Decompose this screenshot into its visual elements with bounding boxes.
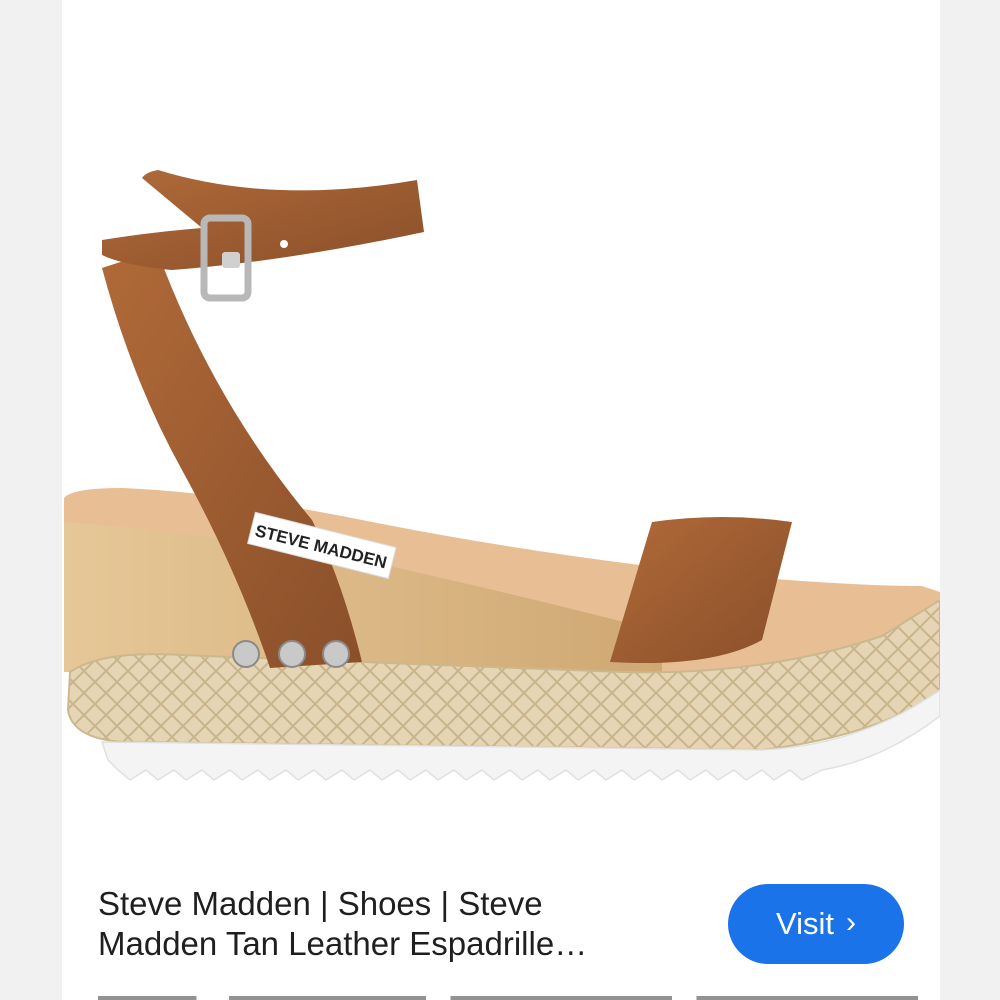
stud-icon xyxy=(278,640,306,668)
chevron-right-icon: › xyxy=(846,906,856,939)
ankle-strap xyxy=(102,170,424,270)
right-gutter xyxy=(940,0,1000,1000)
subtitle-peek xyxy=(98,984,918,1000)
product-card[interactable]: STEVE MADDEN Steve Madden | Shoes | Stev… xyxy=(62,0,940,1000)
buckle-prong xyxy=(222,252,240,268)
stud-icon xyxy=(232,640,260,668)
left-gutter xyxy=(0,0,62,1000)
strap-hole xyxy=(280,240,288,248)
sandal-illustration: STEVE MADDEN xyxy=(64,170,940,781)
product-title[interactable]: Steve Madden | Shoes | Steve Madden Tan … xyxy=(98,884,658,964)
stud-icon xyxy=(322,640,350,668)
visit-button[interactable]: Visit › xyxy=(728,884,904,964)
product-image[interactable]: STEVE MADDEN xyxy=(62,0,940,860)
visit-label: Visit xyxy=(775,906,834,941)
